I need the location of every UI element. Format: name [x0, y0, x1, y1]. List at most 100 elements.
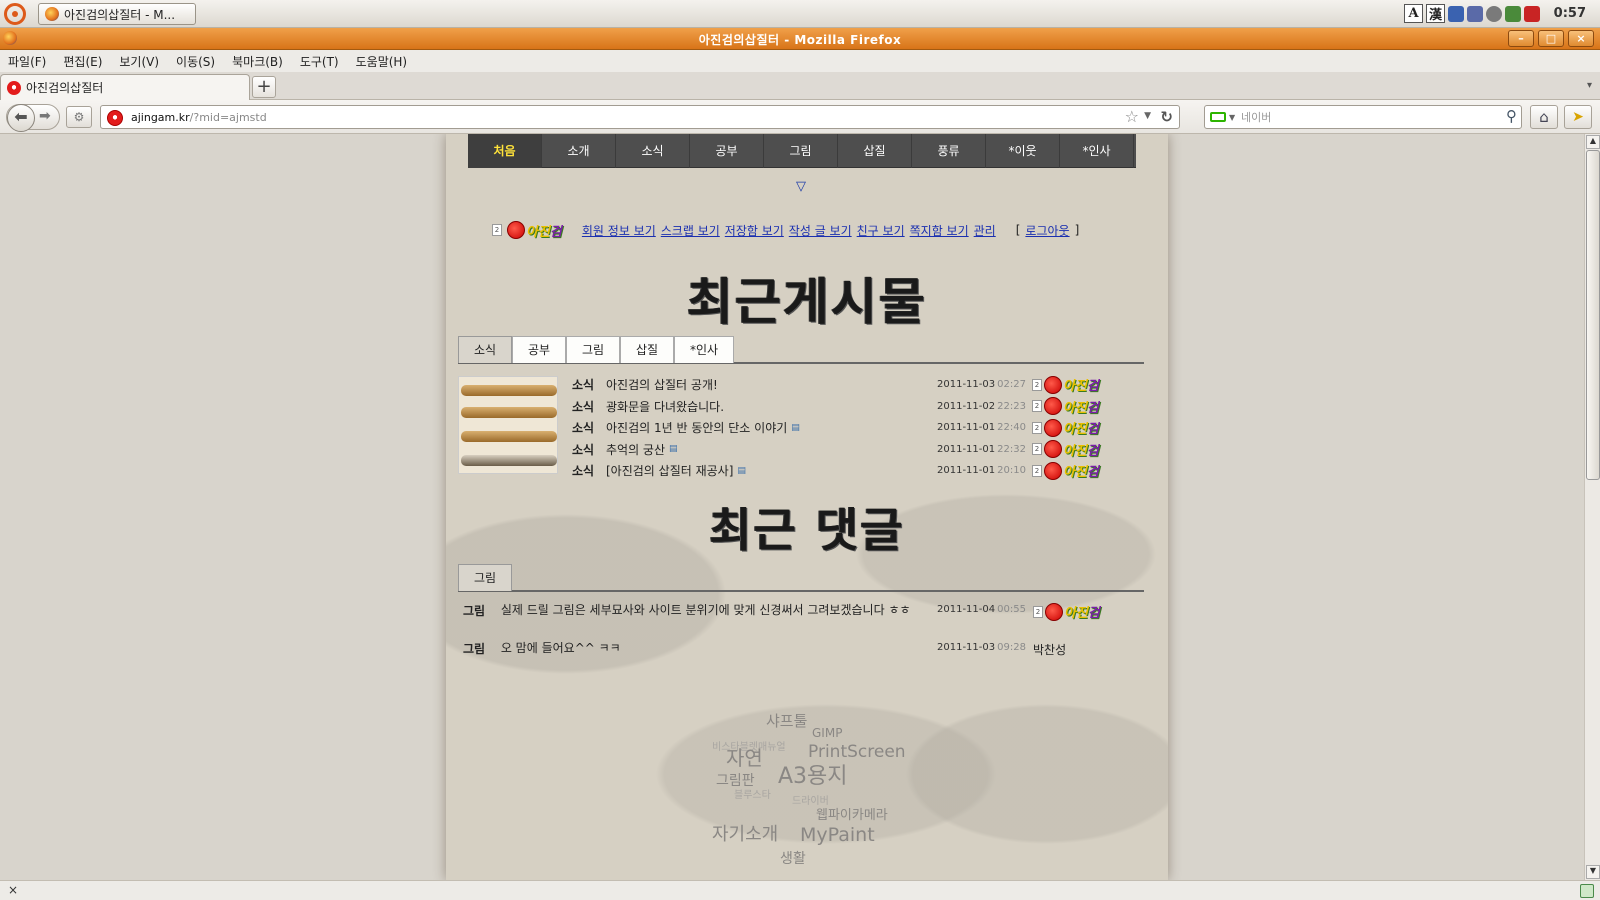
scroll-down-arrow-icon[interactable]: ▼ — [1586, 865, 1600, 879]
post-author[interactable]: 2 아진검 — [1032, 397, 1099, 416]
volume-icon[interactable] — [1486, 5, 1502, 22]
site-nav-study[interactable]: 공부 — [690, 134, 764, 168]
post-thumbnail[interactable] — [458, 376, 558, 474]
post-title[interactable]: 광화문을 다녀왔습니다. — [606, 398, 724, 415]
search-icon[interactable]: ⚲ — [1506, 107, 1517, 125]
menu-edit[interactable]: 편집(E) — [63, 53, 111, 70]
site-identity-button[interactable]: ⚙ — [66, 106, 92, 128]
comment-row[interactable]: 그림 실제 드릴 그림은 세부묘사와 사이트 분위기에 맞게 신경써서 그려보겠… — [463, 602, 1143, 640]
tag-cloud-item[interactable]: 샤프툴 — [766, 710, 807, 731]
comment-row[interactable]: 그림 오 맘에 들어요^^ ㅋㅋ 2011-11-03 09:28 박찬성 — [463, 640, 1143, 660]
link-messages[interactable]: 쪽지함 보기 — [910, 222, 969, 239]
menu-file[interactable]: 파일(F) — [8, 53, 55, 70]
menu-help[interactable]: 도움말(H) — [356, 53, 417, 70]
input-method-a-icon[interactable]: A — [1404, 4, 1423, 23]
comment-text[interactable]: 실제 드릴 그림은 세부묘사와 사이트 분위기에 맞게 신경써서 그려보겠습니다… — [501, 602, 931, 619]
comment-author[interactable]: 2 아진검 — [1033, 602, 1100, 621]
tab-greetings[interactable]: *인사 — [674, 336, 734, 363]
tag-cloud-item[interactable]: 자기소개 — [712, 820, 778, 846]
back-button[interactable]: ⬅ — [7, 104, 35, 132]
site-nav-pungryu[interactable]: 풍류 — [912, 134, 986, 168]
power-icon[interactable] — [1524, 5, 1540, 22]
post-author[interactable]: 2 아진검 — [1032, 440, 1099, 459]
url-dropdown-icon[interactable]: ▼ — [1144, 111, 1151, 121]
link-scrap[interactable]: 스크랩 보기 — [661, 222, 720, 239]
member-nickname-image[interactable]: 아진검 — [507, 221, 562, 240]
reload-icon[interactable]: ↻ — [1160, 108, 1173, 126]
tag-cloud-item[interactable]: 자연 — [726, 742, 763, 771]
tab-digging[interactable]: 삽질 — [620, 336, 674, 363]
new-tab-button[interactable]: + — [252, 76, 276, 98]
site-nav-drawing[interactable]: 그림 — [764, 134, 838, 168]
menu-bookmarks[interactable]: 북마크(B) — [232, 53, 292, 70]
post-author[interactable]: 2 아진검 — [1032, 461, 1099, 480]
tag-cloud-item[interactable]: GIMP — [812, 726, 842, 740]
browser-tab-active[interactable]: 아진검의삽질터 — [0, 74, 250, 100]
ubuntu-menu-icon[interactable] — [4, 3, 26, 25]
search-bar[interactable]: ▼ 네이버 ⚲ — [1204, 105, 1522, 129]
bluetooth-icon[interactable] — [1467, 5, 1483, 22]
tab-study[interactable]: 공부 — [512, 336, 566, 363]
update-icon[interactable] — [1505, 5, 1521, 22]
logout-link[interactable]: 로그아웃 — [1025, 222, 1069, 239]
vertical-scrollbar[interactable]: ▲ ▼ — [1584, 134, 1600, 880]
post-row[interactable]: 소식 광화문을 다녀왔습니다. 2011-11-02 22:23 2 아진검 — [572, 396, 1132, 418]
site-nav-home[interactable]: 처음 — [468, 134, 542, 168]
post-author[interactable]: 2 아진검 — [1032, 418, 1099, 437]
tag-cloud-item[interactable]: 블루스타 — [734, 786, 771, 801]
clock[interactable]: 0:57 — [1554, 6, 1586, 21]
post-author[interactable]: 2 아진검 — [1032, 375, 1099, 394]
url-bar[interactable]: ajingam.kr /?mid=ajmstd ☆ ▼ ↻ — [100, 105, 1180, 129]
scroll-thumb[interactable] — [1586, 150, 1600, 480]
comment-text[interactable]: 오 맘에 들어요^^ ㅋㅋ — [501, 640, 931, 657]
close-icon[interactable]: × — [8, 883, 18, 897]
close-button[interactable]: × — [1568, 30, 1594, 47]
taskbar-window-button[interactable]: 아진검의삽질터 - M... — [38, 3, 196, 25]
site-nav-intro[interactable]: 소개 — [542, 134, 616, 168]
menu-tools[interactable]: 도구(T) — [300, 53, 348, 70]
post-title[interactable]: [아진검의 삽질터 재공사] — [606, 462, 733, 479]
tab-news[interactable]: 소식 — [458, 336, 512, 363]
pointer-tool-button[interactable]: ➤ — [1564, 105, 1592, 129]
input-method-hanja-icon[interactable]: 漢 — [1426, 4, 1445, 23]
link-saved[interactable]: 저장함 보기 — [725, 222, 784, 239]
site-nav-neighbors[interactable]: *이웃 — [986, 134, 1060, 168]
post-title[interactable]: 아진검의 삽질터 공개! — [606, 376, 718, 393]
post-row[interactable]: 소식 아진검의 삽질터 공개! 2011-11-03 02:27 2 아진검 — [572, 374, 1132, 396]
site-nav-news[interactable]: 소식 — [616, 134, 690, 168]
naver-icon[interactable] — [1210, 112, 1226, 122]
post-title[interactable]: 아진검의 1년 반 동안의 단소 이야기 — [606, 419, 787, 436]
member-badge-icon: 2 — [1032, 378, 1042, 391]
tab-drawing[interactable]: 그림 — [566, 336, 620, 363]
forward-button[interactable]: ➡ — [39, 108, 51, 124]
home-button[interactable]: ⌂ — [1530, 105, 1558, 129]
tag-cloud-item[interactable]: MyPaint — [800, 824, 875, 846]
post-title[interactable]: 추억의 궁산 — [606, 441, 665, 458]
recent-comments-tabs: 그림 — [458, 564, 1144, 592]
scroll-up-arrow-icon[interactable]: ▲ — [1586, 135, 1600, 149]
tab-drawing[interactable]: 그림 — [458, 564, 512, 591]
tag-cloud-item[interactable]: 생활 — [780, 848, 806, 868]
search-engine-dropdown-icon[interactable]: ▼ — [1229, 113, 1235, 122]
nav-expand-arrow-icon[interactable]: ▽ — [796, 179, 806, 194]
site-nav-digging[interactable]: 삽질 — [838, 134, 912, 168]
tag-cloud-item[interactable]: 웹파이카메라 — [816, 804, 888, 823]
maximize-button[interactable]: □ — [1538, 30, 1564, 47]
network-icon[interactable] — [1448, 5, 1464, 22]
comment-author[interactable]: 박찬성 — [1033, 641, 1066, 658]
link-admin[interactable]: 관리 — [974, 222, 996, 239]
link-my-posts[interactable]: 작성 글 보기 — [789, 222, 852, 239]
site-nav-greetings[interactable]: *인사 — [1060, 134, 1134, 168]
menu-view[interactable]: 보기(V) — [119, 53, 168, 70]
link-member-info[interactable]: 회원 정보 보기 — [582, 222, 656, 239]
minimize-button[interactable]: – — [1508, 30, 1534, 47]
bookmark-star-icon[interactable]: ☆ — [1125, 107, 1139, 126]
menu-go[interactable]: 이동(S) — [176, 53, 224, 70]
tag-cloud-item[interactable]: A3용지 — [778, 758, 848, 790]
post-row[interactable]: 소식 아진검의 1년 반 동안의 단소 이야기 ▤ 2011-11-01 22:4… — [572, 417, 1132, 439]
link-friends[interactable]: 친구 보기 — [857, 222, 905, 239]
addon-icon[interactable] — [1580, 884, 1594, 898]
tab-list-button[interactable]: ▾ — [1587, 80, 1592, 91]
post-row[interactable]: 소식 [아진검의 삽질터 재공사] ▤ 2011-11-01 20:10 2 아진… — [572, 460, 1132, 482]
post-row[interactable]: 소식 추억의 궁산 ▤ 2011-11-01 22:32 2 아진검 — [572, 439, 1132, 461]
